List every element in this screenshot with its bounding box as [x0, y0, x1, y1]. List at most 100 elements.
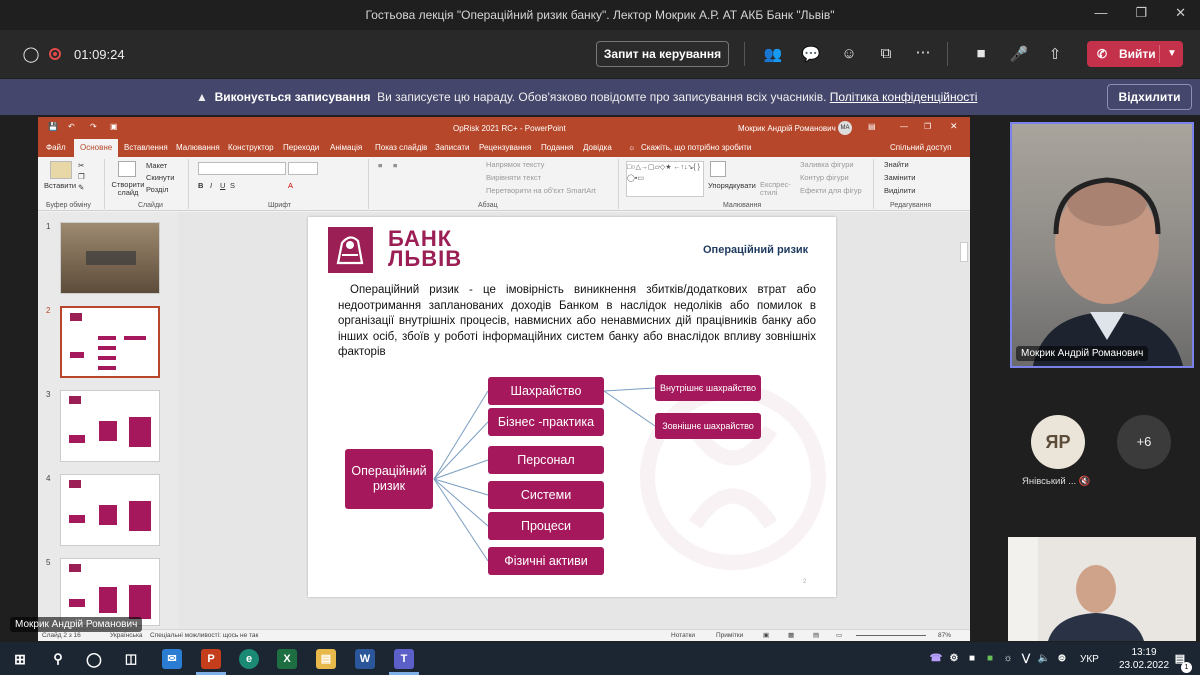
diagram-node-personnel[interactable]: Персонал	[488, 446, 604, 474]
shield-icon[interactable]: ◯	[20, 45, 42, 63]
more-participants-button[interactable]: +6	[1117, 415, 1171, 469]
mail-icon[interactable]: ✉	[162, 649, 182, 669]
ppt-close-icon[interactable]: ✕	[950, 121, 958, 132]
file-explorer-icon[interactable]: ▤	[316, 649, 336, 669]
edge-icon[interactable]: e	[239, 649, 259, 669]
excel-icon[interactable]: X	[277, 649, 297, 669]
comments-button[interactable]: Примітки	[716, 632, 743, 639]
notes-button[interactable]: Нотатки	[671, 632, 695, 639]
tell-me-search[interactable]: Скажіть, що потрібно зробити	[641, 143, 751, 152]
chat-icon[interactable]: 💬	[800, 45, 822, 63]
normal-view-icon[interactable]: ▣	[763, 631, 769, 639]
tab-help[interactable]: Довідка	[583, 143, 612, 152]
text-direction-button[interactable]: Напрямок тексту	[486, 160, 544, 169]
more-options-icon[interactable]: ⋯	[912, 43, 934, 61]
camera-icon[interactable]: ■	[970, 45, 992, 62]
participant-avatar[interactable]: ЯР	[1031, 415, 1085, 469]
tab-design[interactable]: Конструктор	[228, 143, 274, 152]
viber-icon[interactable]: ☎	[926, 649, 946, 669]
presenter-video[interactable]: Мокрик Андрій Романович	[1010, 122, 1194, 368]
font-size-combo[interactable]	[288, 162, 318, 175]
slide-thumbnail-2[interactable]	[60, 306, 160, 378]
font-name-combo[interactable]	[198, 162, 286, 175]
align-text-button[interactable]: Вирівняти текст	[486, 173, 541, 182]
tray-icon-4[interactable]: ☼	[998, 649, 1018, 669]
slide-thumbnail-4[interactable]	[60, 474, 160, 546]
cortana-icon[interactable]: ◯	[84, 649, 104, 669]
diagram-node-physical-assets[interactable]: Фізичні активи	[488, 547, 604, 575]
cut-icon[interactable]: ✂	[78, 161, 84, 170]
copy-icon[interactable]: ❐	[78, 172, 85, 181]
ppt-minimize-icon[interactable]: —	[900, 122, 908, 131]
numbering-icon[interactable]: ≡	[393, 161, 397, 170]
maximize-icon[interactable]: ❐	[1135, 5, 1147, 21]
volume-icon[interactable]: 🔈	[1034, 649, 1054, 669]
language-indicator[interactable]: УКР	[1080, 654, 1099, 665]
shape-outline-button[interactable]: Контур фігури	[800, 173, 849, 182]
sorter-view-icon[interactable]: ▦	[788, 631, 794, 639]
slideshow-icon[interactable]: ▣	[110, 122, 118, 131]
slideshow-view-icon[interactable]: ▭	[836, 631, 842, 639]
search-icon[interactable]: ⚲	[48, 649, 68, 669]
italic-icon[interactable]: I	[210, 181, 212, 190]
bold-icon[interactable]: B	[198, 181, 203, 190]
tab-view[interactable]: Подання	[541, 143, 573, 152]
convert-smartart-button[interactable]: Перетворити на об'єкт SmartArt	[486, 186, 596, 195]
word-icon[interactable]: W	[355, 649, 375, 669]
rooms-icon[interactable]: ⧉	[875, 45, 897, 62]
diagram-node-external-fraud[interactable]: Зовнішнє шахрайство	[655, 413, 761, 439]
shapes-gallery[interactable]: □○△→▢▱◇★ ←↑↓↘{ }◯▪▭	[626, 161, 704, 197]
diagram-root-node[interactable]: Операційний ризик	[345, 449, 433, 509]
redo-icon[interactable]: ↷	[90, 122, 97, 131]
chevron-down-icon[interactable]: ▼	[1167, 41, 1177, 67]
tab-animations[interactable]: Анімація	[330, 143, 362, 152]
tray-icon-3[interactable]: ■	[980, 649, 1000, 669]
font-color-icon[interactable]: A	[288, 181, 293, 190]
replace-button[interactable]: Замінити	[884, 173, 915, 182]
request-control-button[interactable]: Запит на керування	[596, 41, 729, 67]
powerpoint-taskbar-icon[interactable]: P	[201, 649, 221, 669]
share-screen-icon[interactable]: ⇧	[1044, 45, 1066, 63]
section-button[interactable]: Розділ	[146, 185, 168, 194]
bullets-icon[interactable]: ≡	[378, 161, 382, 170]
accessibility-status[interactable]: Спеціальні можливості: щось не так	[150, 632, 258, 639]
privacy-link[interactable]: Політика конфіденційності	[830, 90, 978, 104]
teams-icon[interactable]: T	[394, 649, 414, 669]
tab-home[interactable]: Основне	[74, 139, 119, 157]
language-status[interactable]: Українська	[110, 632, 143, 639]
bluetooth-icon[interactable]: ⊛	[1052, 649, 1072, 669]
diagram-node-business-practice[interactable]: Бізнес -практика	[488, 408, 604, 436]
shape-effects-button[interactable]: Ефекти для фігур	[800, 186, 862, 195]
reading-view-icon[interactable]: ▤	[813, 631, 819, 639]
minimize-icon[interactable]: —	[1094, 5, 1107, 21]
tab-transitions[interactable]: Переходи	[283, 143, 319, 152]
format-painter-icon[interactable]: ✎	[78, 183, 84, 192]
microphone-icon[interactable]: 🎤	[1008, 45, 1030, 63]
reactions-icon[interactable]: ☺	[838, 45, 860, 62]
slide-thumbnail-3[interactable]	[60, 390, 160, 462]
strike-icon[interactable]: S	[230, 181, 235, 190]
paste-icon[interactable]	[50, 161, 72, 179]
tab-review[interactable]: Рецензування	[479, 143, 531, 152]
save-icon[interactable]: 💾	[48, 122, 58, 131]
tab-record[interactable]: Записати	[435, 143, 470, 152]
arrange-button[interactable]: Упорядкувати	[708, 181, 756, 190]
new-slide-button[interactable]: Створити слайд	[110, 181, 146, 197]
leave-button[interactable]: ✆ Вийти ▼	[1087, 41, 1183, 67]
tray-icon-1[interactable]: ⚙	[944, 649, 964, 669]
undo-icon[interactable]: ↶	[68, 122, 75, 131]
slide-thumbnail-1[interactable]	[60, 222, 160, 294]
underline-icon[interactable]: U	[220, 181, 225, 190]
slide-thumbnail-5[interactable]	[60, 558, 160, 626]
shape-fill-button[interactable]: Заливка фігури	[800, 160, 854, 169]
people-icon[interactable]: 👥	[762, 45, 784, 63]
user-avatar[interactable]: MA	[838, 121, 852, 135]
arrange-icon[interactable]	[710, 161, 726, 177]
close-icon[interactable]: ✕	[1175, 5, 1186, 21]
layout-button[interactable]: Макет	[146, 161, 167, 170]
diagram-node-systems[interactable]: Системи	[488, 481, 604, 509]
self-video[interactable]	[1008, 537, 1196, 641]
diagram-node-fraud[interactable]: Шахрайство	[488, 377, 604, 405]
start-windows-icon[interactable]: ⊞	[10, 649, 30, 669]
tab-file[interactable]: Файл	[46, 143, 66, 152]
